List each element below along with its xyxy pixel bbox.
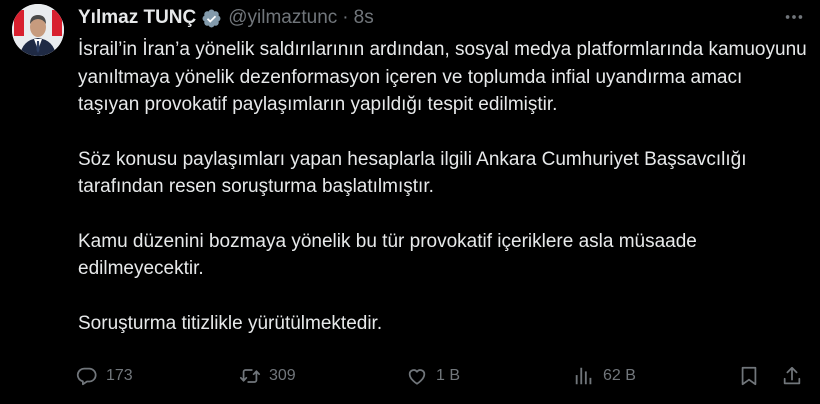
tweet-time[interactable]: 8s bbox=[354, 6, 374, 30]
repost-count: 309 bbox=[269, 367, 296, 384]
reply-button[interactable]: 173 bbox=[76, 365, 133, 387]
heart-icon bbox=[408, 369, 426, 385]
verified-badge-icon bbox=[201, 8, 222, 29]
tweet-paragraph: İsrail’in İran’a yönelik saldırılarının … bbox=[78, 39, 807, 115]
avatar[interactable] bbox=[12, 4, 64, 56]
repost-icon bbox=[239, 369, 261, 383]
author-name[interactable]: Yılmaz TUNÇ bbox=[78, 6, 196, 30]
views-button[interactable]: 62 B bbox=[573, 365, 636, 387]
separator-dot: · bbox=[342, 7, 349, 28]
tweet-text: İsrail’in İran’a yönelik saldırılarının … bbox=[78, 36, 808, 337]
tweet-paragraph: Kamu düzenini bozmaya yönelik bu tür pro… bbox=[78, 230, 697, 280]
repost-button[interactable]: 309 bbox=[239, 365, 296, 387]
like-button[interactable]: 1 B bbox=[406, 365, 460, 387]
reply-count: 173 bbox=[106, 367, 133, 384]
like-count: 1 B bbox=[436, 367, 461, 384]
more-horizontal-icon bbox=[785, 15, 803, 19]
reply-icon bbox=[76, 367, 97, 386]
analytics-icon bbox=[575, 367, 592, 385]
author-handle[interactable]: @yilmaztunc bbox=[228, 6, 337, 30]
share-icon bbox=[783, 366, 801, 385]
avatar-image bbox=[12, 4, 64, 56]
bookmark-icon bbox=[741, 366, 757, 386]
bookmark-button[interactable] bbox=[738, 365, 760, 387]
more-options-button[interactable] bbox=[777, 4, 811, 30]
tweet-header: Yılmaz TUNÇ @yilmaztunc · 8s bbox=[78, 6, 374, 30]
view-count: 62 B bbox=[603, 367, 636, 384]
tweet-paragraph: Soruşturma titizlikle yürütülmektedir. bbox=[78, 312, 383, 334]
share-button[interactable] bbox=[781, 365, 803, 387]
tweet-paragraph: Söz konusu paylaşımları yapan hesaplarla… bbox=[78, 148, 747, 198]
tweet-actions: 173 309 1 B 62 B bbox=[0, 361, 820, 391]
